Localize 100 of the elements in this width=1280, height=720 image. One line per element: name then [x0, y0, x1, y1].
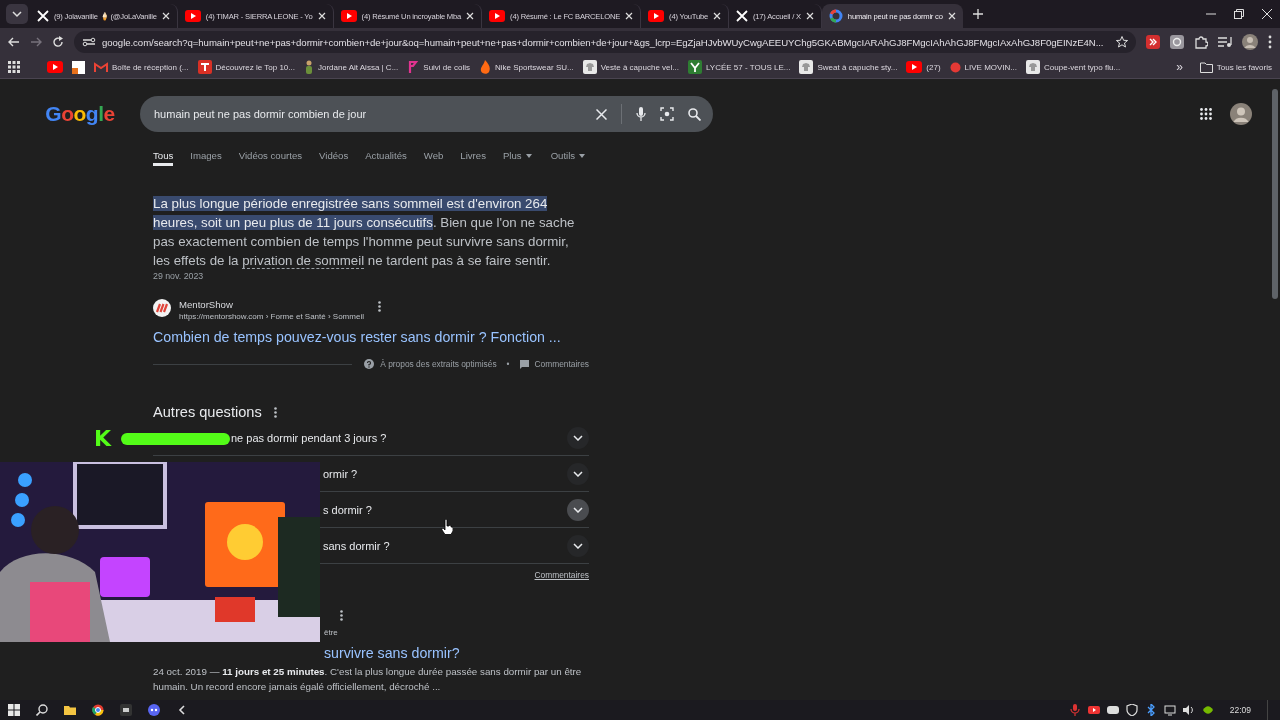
- video-play-icon: [184, 10, 201, 22]
- video-play-icon: [648, 10, 665, 22]
- extension-icon[interactable]: [1170, 35, 1184, 49]
- close-icon[interactable]: [805, 12, 814, 20]
- expand-button[interactable]: [567, 498, 589, 521]
- close-icon[interactable]: [713, 12, 721, 20]
- bookmark[interactable]: LIVE MOVIN...: [949, 61, 1018, 73]
- bookmark[interactable]: Jordane Ait Aissa | C...: [303, 60, 399, 74]
- close-icon[interactable]: [1262, 9, 1272, 19]
- new-tab-icon[interactable]: [972, 9, 983, 19]
- media-list-icon[interactable]: [1218, 36, 1232, 48]
- tab-search-icon[interactable]: [6, 4, 28, 24]
- expand-button[interactable]: [567, 462, 589, 485]
- search-tab[interactable]: Vidéos: [319, 146, 349, 166]
- expand-button[interactable]: [567, 426, 589, 449]
- star-icon[interactable]: [1116, 36, 1128, 48]
- hand-cursor-icon: [441, 519, 453, 535]
- caret-icon: [579, 154, 586, 158]
- cross-logo-icon: [37, 10, 49, 22]
- reload-icon[interactable]: [52, 36, 64, 48]
- extension-icon[interactable]: [1146, 35, 1160, 49]
- search-tab[interactable]: Outils: [550, 146, 586, 166]
- search-icon[interactable]: [688, 107, 701, 121]
- app-icon[interactable]: [120, 704, 132, 716]
- document-icon[interactable]: [72, 60, 85, 74]
- avatar-icon[interactable]: [1230, 103, 1252, 125]
- section-heading: Autres questions: [153, 404, 262, 420]
- bookmark[interactable]: LYCÉE 57 - TOUS LE...: [687, 60, 791, 74]
- bookmark[interactable]: Nike Sportswear SU...: [479, 60, 574, 74]
- search-tab[interactable]: Images: [190, 146, 222, 166]
- search-tab[interactable]: Tous: [153, 146, 174, 166]
- logo[interactable]: Google: [0, 102, 140, 126]
- search-tab[interactable]: Actualités: [365, 146, 407, 166]
- shirt-icon: [1026, 60, 1041, 74]
- video-play-icon: [340, 10, 357, 22]
- bookmark[interactable]: (27): [906, 61, 941, 73]
- apps-icon[interactable]: [1200, 108, 1212, 120]
- puzzle-icon[interactable]: [1194, 35, 1208, 49]
- result-link[interactable]: Combien de temps pouvez-vous rester sans dormir ? Fonction ...: [153, 329, 589, 345]
- separator-dot: •: [506, 359, 510, 369]
- clear-icon[interactable]: [596, 108, 607, 120]
- folder-icon[interactable]: [64, 704, 76, 716]
- video-play-icon[interactable]: [1087, 704, 1100, 716]
- feedback-icon: [519, 359, 529, 369]
- close-icon[interactable]: [466, 12, 475, 20]
- close-icon[interactable]: [625, 12, 634, 20]
- shield-icon[interactable]: [1125, 704, 1138, 716]
- apps-icon[interactable]: [8, 61, 20, 73]
- microphone-icon[interactable]: [1068, 704, 1081, 716]
- search-tab[interactable]: Vidéos courtes: [238, 146, 303, 166]
- clock[interactable]: 22:09: [1229, 705, 1251, 715]
- start-icon[interactable]: [8, 704, 20, 716]
- more-icon[interactable]: [340, 610, 343, 621]
- bookmark[interactable]: Veste à capuche vel...: [582, 60, 679, 74]
- microphone-icon[interactable]: [636, 107, 646, 121]
- search-tab[interactable]: Web: [423, 146, 444, 166]
- about-link[interactable]: À propos des extraits optimisés: [380, 359, 497, 369]
- bookmark[interactable]: Sweat à capuche sty...: [799, 60, 898, 74]
- expand-button[interactable]: [567, 534, 589, 557]
- address-bar[interactable]: google.com/search?q=humain+peut+ne+pas+dormir+combien+de+jour&oq=humain+peut+ne+pas+dormir+combien+de+jour+&gs_lcrp=EgZjaHJvbWUyCwgAEEUYChg5GKABMgcIARAhGJ8FMgcIAhAhGJ8FMgcIAxAhGJ8F0gEINzE4N...: [74, 31, 1136, 53]
- close-icon[interactable]: [161, 12, 170, 20]
- bookmark[interactable]: Boîte de réception (...: [94, 61, 189, 73]
- forward-icon[interactable]: [30, 36, 42, 48]
- back-icon[interactable]: [8, 36, 20, 48]
- search-tab[interactable]: Plus: [502, 146, 532, 166]
- video-play-icon[interactable]: [47, 61, 63, 73]
- close-icon[interactable]: [317, 12, 326, 20]
- caret-icon: [525, 154, 532, 158]
- search-field[interactable]: humain peut ne pas dormir combien de jour: [140, 96, 713, 132]
- question-text[interactable]: sans dormir ?: [323, 539, 390, 552]
- search-icon[interactable]: [36, 704, 48, 716]
- all-bookmarks-button[interactable]: Tous les favoris: [1199, 61, 1272, 73]
- folder-icon: [1199, 61, 1213, 73]
- badge-icon: [687, 60, 702, 74]
- chevron-icon: [573, 506, 583, 513]
- avatar-icon[interactable]: [1242, 34, 1258, 50]
- bookmark[interactable]: Suivi de colis: [407, 60, 470, 74]
- close-icon[interactable]: [947, 12, 956, 20]
- featured-snippet-text: La plus longue période enregistrée sans sommeil est d'environ 264 heures, soit un peu plus de 11 jours consécutifs. Bien que l'on ne sache pas exactement combien de temps l'homme peut survivre sans dormir, les effets de la privation de sommeil ne tardent pas à se faire sentir.: [153, 195, 576, 270]
- question-text[interactable]: ormir ?: [323, 467, 358, 480]
- camera-icon[interactable]: [660, 107, 674, 121]
- breadcrumb: être: [324, 628, 338, 637]
- app-icon[interactable]: [176, 704, 188, 716]
- question-text[interactable]: ne pas dormir pendant 3 jours ?: [231, 431, 387, 444]
- bookmark[interactable]: Coupe-vent typo flu...: [1026, 60, 1121, 74]
- more-icon[interactable]: [377, 301, 381, 312]
- more-icon[interactable]: [1268, 35, 1272, 49]
- speaker-icon[interactable]: [1182, 704, 1195, 716]
- feedback-link[interactable]: Commentaires: [534, 359, 589, 369]
- site-logo-icon: [153, 299, 171, 317]
- restore-icon[interactable]: [1234, 9, 1244, 19]
- video-play-icon: [906, 61, 923, 73]
- browser-icon[interactable]: [92, 704, 104, 716]
- more-icon[interactable]: [273, 406, 277, 418]
- more-bookmarks-button[interactable]: »: [1176, 60, 1183, 74]
- result-link[interactable]: survivre sans dormir?: [324, 645, 589, 661]
- feedback-link[interactable]: Commentaires: [534, 570, 589, 580]
- search-tab[interactable]: Livres: [460, 146, 486, 166]
- question-text[interactable]: s dormir ?: [323, 503, 372, 516]
- bookmark[interactable]: Découvrez le Top 10...: [197, 60, 295, 74]
